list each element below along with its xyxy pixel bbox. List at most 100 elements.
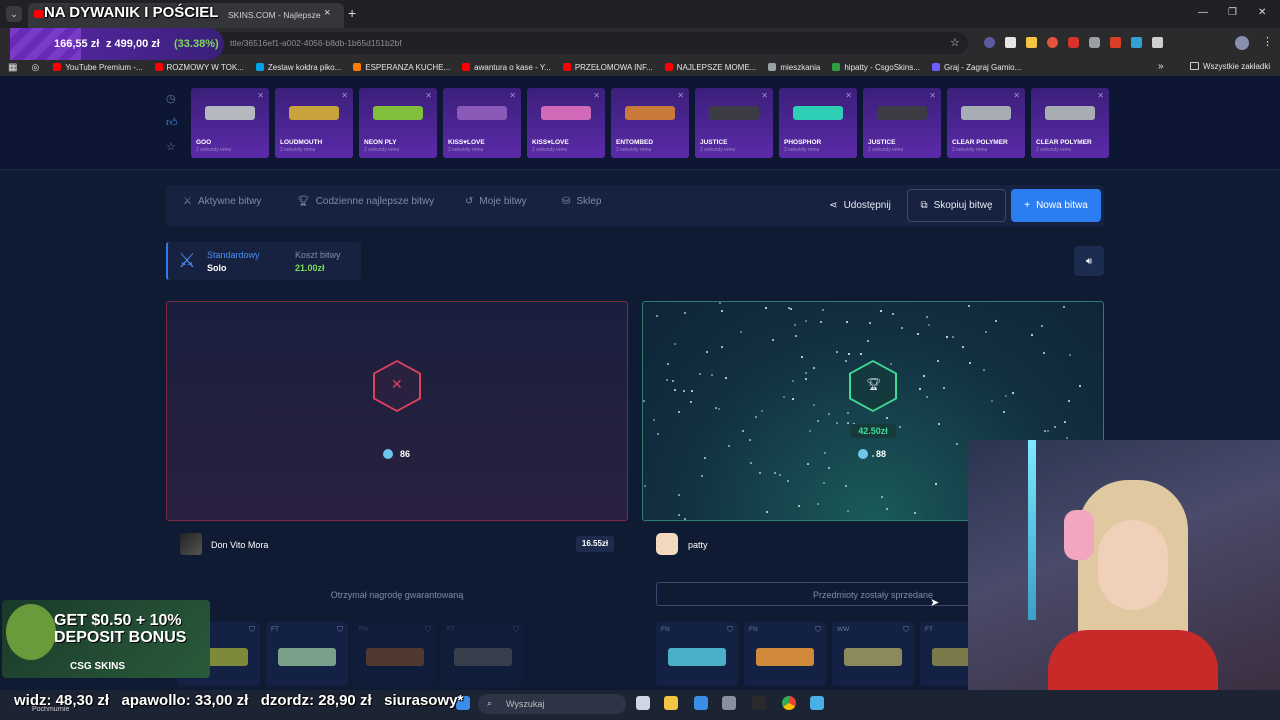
apps-grid-icon[interactable]: ▦ [8, 62, 17, 73]
bookmark-item[interactable]: YouTube Premium -... [53, 63, 143, 72]
star-dot [919, 388, 921, 390]
extension-icon[interactable] [1026, 37, 1037, 48]
bookmark-item[interactable]: Graj - Zagraj Gamio... [931, 63, 1021, 72]
check-shield-icon: ⛉ [513, 625, 519, 634]
star-dot [890, 363, 892, 365]
bookmark-item[interactable]: PRZEŁOMOWA INF... [562, 63, 653, 72]
live-drop-card[interactable]: ✕ PHOSPHOR 2 sekundy temu [779, 88, 857, 158]
star-dot [674, 389, 676, 391]
live-drop-card[interactable]: ✕ CLEAR POLYMER 2 sekundy temu [1031, 88, 1109, 158]
star-dot [721, 310, 723, 312]
close-icon[interactable]: ✕ [509, 91, 516, 100]
close-icon[interactable]: ✕ [761, 91, 768, 100]
star-dot [672, 380, 674, 382]
extension-icon[interactable] [984, 37, 995, 48]
extension-icon[interactable] [1005, 37, 1016, 48]
star-dot [937, 360, 939, 362]
item-slot[interactable]: FN ⛉ [656, 622, 738, 686]
bookmark-item[interactable]: ESPERANZA KUCHE... [353, 63, 450, 72]
bookmark-item[interactable]: hipatty - CsgoSkins... [832, 63, 920, 72]
live-drop-card[interactable]: ✕ KISS♥LOVE 2 sekundy temu [527, 88, 605, 158]
star-icon[interactable]: ☆ [166, 140, 176, 153]
extension-icon[interactable] [1110, 37, 1121, 48]
task-view-icon[interactable] [636, 696, 650, 710]
shield-icon[interactable] [1089, 37, 1100, 48]
star-dot [848, 353, 850, 355]
youtube-favicon-icon [34, 10, 44, 18]
clock-icon[interactable]: ◷ [166, 92, 176, 105]
item-slot[interactable]: FT ⛉ [442, 622, 524, 686]
close-icon[interactable]: ✕ [341, 91, 348, 100]
menu-kebab-icon[interactable]: ⋮ [1262, 35, 1273, 48]
maximize-button[interactable]: ❐ [1228, 7, 1237, 18]
star-dot [928, 324, 930, 326]
close-icon[interactable]: ✕ [1013, 91, 1020, 100]
thumbs-up-icon[interactable]: 👍︎ [166, 116, 178, 129]
new-battle-button[interactable]: + Nowa bitwa [1011, 189, 1101, 222]
nav-daily-best[interactable]: 🏆︎ Codzienne najlepsze bitwy [297, 196, 434, 207]
star-dot [1003, 411, 1005, 413]
close-tab-icon[interactable]: × [324, 7, 330, 19]
file-explorer-icon[interactable] [664, 696, 678, 710]
item-slot[interactable]: FN ⛉ [744, 622, 826, 686]
chrome-icon[interactable] [782, 696, 796, 710]
live-drop-card[interactable]: ✕ JUSTICE 2 sekundy temu [695, 88, 773, 158]
bookmark-label: awantura o kase - Y... [474, 62, 551, 72]
close-icon[interactable]: ✕ [845, 91, 852, 100]
minimize-button[interactable]: — [1198, 7, 1208, 18]
ticket-icon [383, 449, 393, 459]
live-drop-card[interactable]: ✕ GOO 2 sekundy temu [191, 88, 269, 158]
bookmark-item[interactable]: ROZMOWY W TOK... [154, 63, 244, 72]
copy-battle-button[interactable]: ⧉ Skopiuj bitwę [907, 189, 1006, 222]
live-drop-card[interactable]: ✕ KISS♥LOVE 2 sekundy temu [443, 88, 521, 158]
close-icon[interactable]: ✕ [929, 91, 936, 100]
extension-icon[interactable] [1131, 37, 1142, 48]
bookmark-item[interactable]: mieszkania [768, 63, 820, 72]
taskbar-search[interactable]: ⌕ Wyszukaj [478, 694, 626, 714]
close-icon[interactable]: ✕ [1097, 91, 1104, 100]
bookmark-item[interactable]: awantura o kase - Y... [462, 63, 551, 72]
close-icon[interactable]: ✕ [593, 91, 600, 100]
all-bookmarks-folder[interactable]: Wszystkie zakładki [1190, 62, 1270, 71]
live-drop-card[interactable]: ✕ NEON PLY 2 sekundy temu [359, 88, 437, 158]
player-2-name[interactable]: patty [688, 540, 708, 550]
item-slot[interactable]: WW ⛉ [832, 622, 914, 686]
nav-shop[interactable]: ⛁ Sklep [562, 196, 601, 207]
extension-icon[interactable] [1047, 37, 1058, 48]
close-icon[interactable]: ✕ [257, 91, 264, 100]
new-tab-button[interactable]: + [348, 5, 356, 21]
settings-gear-icon[interactable] [722, 696, 736, 710]
store-icon[interactable] [694, 696, 708, 710]
close-window-button[interactable]: ✕ [1258, 7, 1266, 18]
star-dot [962, 346, 964, 348]
more-bookmarks-chevron-icon[interactable]: » [1158, 61, 1164, 72]
nav-active-battles[interactable]: ⚔ Aktywne bitwy [183, 196, 261, 207]
terminal-icon[interactable] [752, 696, 766, 710]
bookmark-favicon-icon [255, 63, 264, 71]
close-icon[interactable]: ✕ [425, 91, 432, 100]
star-dot [657, 433, 659, 435]
adblock-icon[interactable] [1068, 37, 1079, 48]
nav-my-battles[interactable]: ↺ Moje bitwy [465, 196, 527, 207]
avatar[interactable] [180, 533, 202, 555]
sound-toggle-button[interactable]: 🔊︎ [1074, 246, 1104, 276]
bookmark-star-icon[interactable]: ☆ [950, 36, 960, 49]
player-1-name[interactable]: Don Vito Mora [211, 540, 268, 550]
item-slot[interactable]: FT ⛉ [266, 622, 348, 686]
live-drop-card[interactable]: ✕ CLEAR POLYMER 2 sekundy temu [947, 88, 1025, 158]
item-slot[interactable]: FN ⛉ [354, 622, 436, 686]
puzzle-icon[interactable] [1152, 37, 1163, 48]
share-button[interactable]: ⋖ Udostępnij [820, 189, 900, 222]
profile-avatar[interactable] [1235, 36, 1249, 50]
live-drop-card[interactable]: ✕ LOUDMOUTH 2 sekundy temu [275, 88, 353, 158]
bookmark-item[interactable]: NAJLEPSZE MOME... [664, 63, 756, 72]
close-icon[interactable]: ✕ [677, 91, 684, 100]
globe-icon[interactable]: ◎ [31, 62, 39, 73]
tab-list-button[interactable]: ⌄ [6, 6, 22, 22]
notepad-icon[interactable] [810, 696, 824, 710]
live-drop-card[interactable]: ✕ ENTOMBED 2 sekundy temu [611, 88, 689, 158]
bookmark-item[interactable]: Zestaw kołdra piko... [255, 63, 341, 72]
avatar[interactable] [656, 533, 678, 555]
live-drop-card[interactable]: ✕ JUSTICE 2 sekundy temu [863, 88, 941, 158]
star-dot [759, 472, 761, 474]
